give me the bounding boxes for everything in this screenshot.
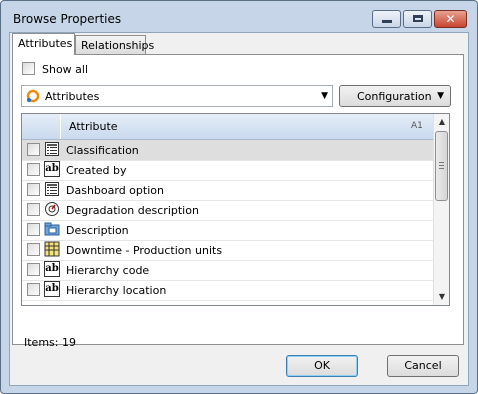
title-bar[interactable]: Browse Properties ✕	[1, 1, 477, 35]
scroll-down-arrow-icon[interactable]: ▼	[434, 289, 449, 305]
grid-header: Attribute A1	[22, 114, 433, 140]
row-checkbox[interactable]	[27, 243, 40, 256]
category-combobox[interactable]: Attributes ▼	[21, 85, 333, 107]
chevron-down-icon: ▼	[437, 91, 444, 101]
row-label: Hierarchy code	[66, 264, 150, 277]
gauge-icon	[44, 201, 60, 217]
text-ab-icon: ab	[44, 281, 60, 297]
vertical-scrollbar[interactable]: ▲ ▼	[433, 114, 449, 305]
attribute-column-header[interactable]: Attribute	[69, 120, 118, 133]
select-column-header[interactable]	[22, 114, 61, 139]
grid-icon	[44, 241, 60, 257]
sort-ascending-icon: A1	[411, 121, 423, 131]
browse-properties-dialog: Browse Properties ✕ Attributes Relations…	[0, 0, 478, 394]
list-icon	[44, 141, 60, 157]
configuration-button[interactable]: Configuration ▼	[339, 85, 451, 107]
row-checkbox[interactable]	[27, 203, 40, 216]
row-label: Description	[66, 224, 129, 237]
dialog-client-area: Attributes Relationships Show all Attrib…	[9, 32, 469, 386]
maximize-button[interactable]	[403, 10, 432, 28]
show-all-checkbox[interactable]	[22, 62, 35, 75]
list-icon	[44, 181, 60, 197]
show-all-label[interactable]: Show all	[42, 63, 88, 76]
window-title: Browse Properties	[13, 12, 122, 26]
ok-button[interactable]: OK	[286, 355, 358, 377]
table-row[interactable]: ab Created by	[22, 160, 433, 181]
attributes-grid: Attribute A1 Classification ab Created by D…	[21, 113, 450, 306]
close-icon: ✕	[445, 12, 456, 26]
table-row[interactable]: Description	[22, 220, 433, 241]
row-checkbox[interactable]	[27, 143, 40, 156]
row-label: Created by	[66, 164, 127, 177]
minimize-icon	[382, 20, 392, 23]
table-row[interactable]: ab Hierarchy location	[22, 280, 433, 301]
configuration-button-label: Configuration	[357, 90, 432, 103]
row-label: Downtime - Production units	[66, 244, 223, 257]
items-count: Items: 19	[24, 336, 76, 349]
folder-icon	[44, 221, 60, 237]
row-checkbox[interactable]	[27, 223, 40, 236]
category-combobox-value: Attributes	[45, 90, 100, 103]
row-label: Hierarchy location	[66, 284, 167, 297]
table-row[interactable]: Degradation description	[22, 200, 433, 221]
scroll-up-arrow-icon[interactable]: ▲	[434, 114, 449, 130]
row-checkbox[interactable]	[27, 163, 40, 176]
attributes-tab-panel: Show all Attributes ▼ Configuration ▼ At…	[12, 54, 464, 349]
minimize-button[interactable]	[372, 10, 401, 28]
cancel-button[interactable]: Cancel	[387, 355, 459, 377]
table-row[interactable]: Dashboard option	[22, 180, 433, 201]
maximize-icon	[413, 15, 423, 22]
scrollbar-thumb[interactable]	[435, 131, 448, 201]
text-ab-icon: ab	[44, 261, 60, 277]
tab-attributes[interactable]: Attributes	[12, 33, 75, 55]
row-checkbox[interactable]	[27, 183, 40, 196]
close-button[interactable]: ✕	[434, 10, 467, 28]
table-row[interactable]: ab Hierarchy code	[22, 260, 433, 281]
row-label: Classification	[66, 144, 139, 157]
chevron-down-icon: ▼	[321, 91, 328, 101]
row-checkbox[interactable]	[27, 283, 40, 296]
text-ab-icon: ab	[44, 161, 60, 177]
table-row[interactable]: Classification	[22, 140, 433, 161]
row-label: Degradation description	[66, 204, 199, 217]
row-checkbox[interactable]	[27, 263, 40, 276]
table-row[interactable]: Downtime - Production units	[22, 240, 433, 261]
attributes-icon	[26, 89, 40, 103]
row-label: Dashboard option	[66, 184, 164, 197]
tab-relationships[interactable]: Relationships	[75, 35, 154, 54]
